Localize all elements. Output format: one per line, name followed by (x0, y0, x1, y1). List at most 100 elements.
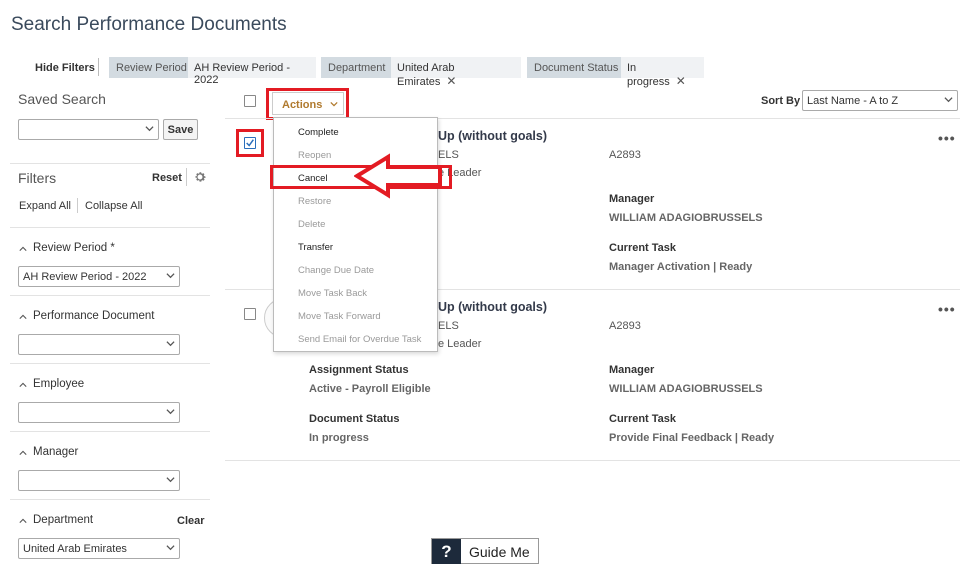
chip-review-period-value: AH Review Period - 2022 (188, 57, 316, 86)
divider (10, 363, 210, 364)
actions-button[interactable]: Actions (272, 92, 344, 115)
section-review-period-header[interactable]: Review Period * (19, 242, 115, 254)
chip-review-period-label: Review Period (109, 57, 194, 78)
divider (10, 295, 210, 296)
divider (10, 499, 210, 500)
menu-item-delete: Delete (298, 219, 326, 230)
collapse-all-link[interactable]: Collapse All (85, 200, 142, 212)
chevron-down-icon (166, 271, 175, 279)
divider (10, 163, 210, 164)
manager-select[interactable] (18, 470, 180, 491)
more-options-icon[interactable]: ••• (938, 301, 956, 317)
assignment-status-value: Active - Payroll Eligible (309, 383, 431, 395)
department-select[interactable]: United Arab Emirates (18, 538, 180, 559)
document-status-value: In progress (309, 432, 369, 444)
clear-department-link[interactable]: Clear (177, 515, 205, 527)
section-department-header[interactable]: Department (19, 514, 93, 526)
document-title[interactable]: Up (without goals) (438, 300, 547, 314)
current-task-value: Manager Activation | Ready (609, 261, 753, 273)
employee-select[interactable] (18, 402, 180, 423)
chevron-down-icon (166, 339, 175, 347)
menu-item-restore: Restore (298, 196, 332, 207)
divider (10, 431, 210, 432)
document-checkbox[interactable] (244, 308, 256, 320)
chevron-down-icon (145, 124, 154, 132)
section-performance-document-header[interactable]: Performance Document (19, 310, 154, 322)
more-options-icon[interactable]: ••• (938, 130, 956, 146)
document-employee-name: ELS (438, 320, 459, 332)
actions-label: Actions (282, 99, 323, 111)
menu-item-complete[interactable]: Complete (298, 127, 339, 138)
document-checkbox[interactable] (244, 137, 256, 149)
chip-department-label: Department (321, 57, 393, 78)
document-title[interactable]: Up (without goals) (438, 129, 547, 143)
guide-me-label: Guide Me (469, 544, 530, 560)
help-icon: ? (432, 539, 461, 564)
department-value: United Arab Emirates (23, 543, 127, 555)
filter-bar-divider (98, 58, 99, 76)
chevron-up-icon (19, 516, 27, 524)
guide-me-button[interactable]: ? Guide Me (431, 538, 539, 564)
current-task-label: Current Task (609, 242, 677, 254)
menu-item-change-due-date: Change Due Date (298, 265, 375, 276)
section-department-title: Department (33, 514, 94, 526)
document-employee-id: A2893 (609, 149, 641, 161)
checkmark-icon (246, 139, 254, 147)
menu-item-transfer[interactable]: Transfer (298, 242, 333, 253)
section-review-period-title: Review Period * (33, 242, 115, 254)
saved-search-title: Saved Search (18, 91, 106, 107)
current-task-label: Current Task (609, 413, 677, 425)
sort-by-label: Sort By (761, 95, 801, 107)
performance-document-select[interactable] (18, 334, 180, 355)
expand-all-link[interactable]: Expand All (19, 200, 71, 212)
select-all-checkbox[interactable] (244, 95, 256, 107)
sort-by-value: Last Name - A to Z (807, 95, 899, 107)
section-performance-document-title: Performance Document (33, 310, 155, 322)
document-status-label: Document Status (309, 413, 400, 425)
divider (10, 227, 210, 228)
chip-document-status-label: Document Status (527, 57, 626, 78)
section-employee-header[interactable]: Employee (19, 378, 84, 390)
current-task-value: Provide Final Feedback | Ready (609, 432, 775, 444)
chevron-down-icon (166, 407, 175, 415)
menu-item-send-email-overdue: Send Email for Overdue Task (298, 334, 422, 345)
section-manager-header[interactable]: Manager (19, 446, 78, 458)
sort-by-select[interactable]: Last Name - A to Z (802, 90, 958, 111)
chevron-down-icon (166, 475, 175, 483)
document-job-title: e Leader (438, 338, 482, 350)
chevron-up-icon (19, 244, 27, 252)
chip-document-status-text: In progress (627, 62, 670, 88)
reset-filters-link[interactable]: Reset (152, 172, 182, 184)
manager-label: Manager (609, 364, 655, 376)
assignment-status-label: Assignment Status (309, 364, 409, 376)
section-manager-title: Manager (33, 446, 79, 458)
filters-title: Filters (18, 170, 57, 186)
manager-label: Manager (609, 193, 655, 205)
document-employee-id: A2893 (609, 320, 641, 332)
gear-icon[interactable] (193, 170, 207, 184)
annotation-arrow-icon (354, 153, 442, 199)
remove-department-filter-icon[interactable]: ✕ (446, 74, 456, 88)
section-employee-title: Employee (33, 378, 85, 390)
chip-document-status-value: In progress ✕ (621, 57, 704, 88)
divider (225, 460, 960, 461)
manager-value: WILLIAM ADAGIOBRUSSELS (609, 212, 763, 224)
menu-item-move-task-forward: Move Task Forward (298, 311, 381, 322)
chevron-up-icon (19, 380, 27, 388)
menu-item-reopen: Reopen (298, 150, 332, 161)
chevron-down-icon (166, 543, 175, 551)
page-title: Search Performance Documents (11, 14, 287, 35)
saved-search-select[interactable] (18, 119, 159, 140)
divider (186, 168, 187, 186)
hide-filters-link[interactable]: Hide Filters (35, 62, 95, 74)
divider (77, 198, 78, 213)
save-button[interactable]: Save (163, 119, 198, 140)
chevron-up-icon (19, 312, 27, 320)
chip-department-value: United Arab Emirates ✕ (391, 57, 521, 88)
manager-value: WILLIAM ADAGIOBRUSSELS (609, 383, 763, 395)
menu-item-move-task-back: Move Task Back (298, 288, 367, 299)
review-period-select[interactable]: AH Review Period - 2022 (18, 266, 180, 287)
chevron-up-icon (19, 448, 27, 456)
remove-document-status-filter-icon[interactable]: ✕ (676, 74, 686, 88)
review-period-value: AH Review Period - 2022 (23, 271, 147, 283)
